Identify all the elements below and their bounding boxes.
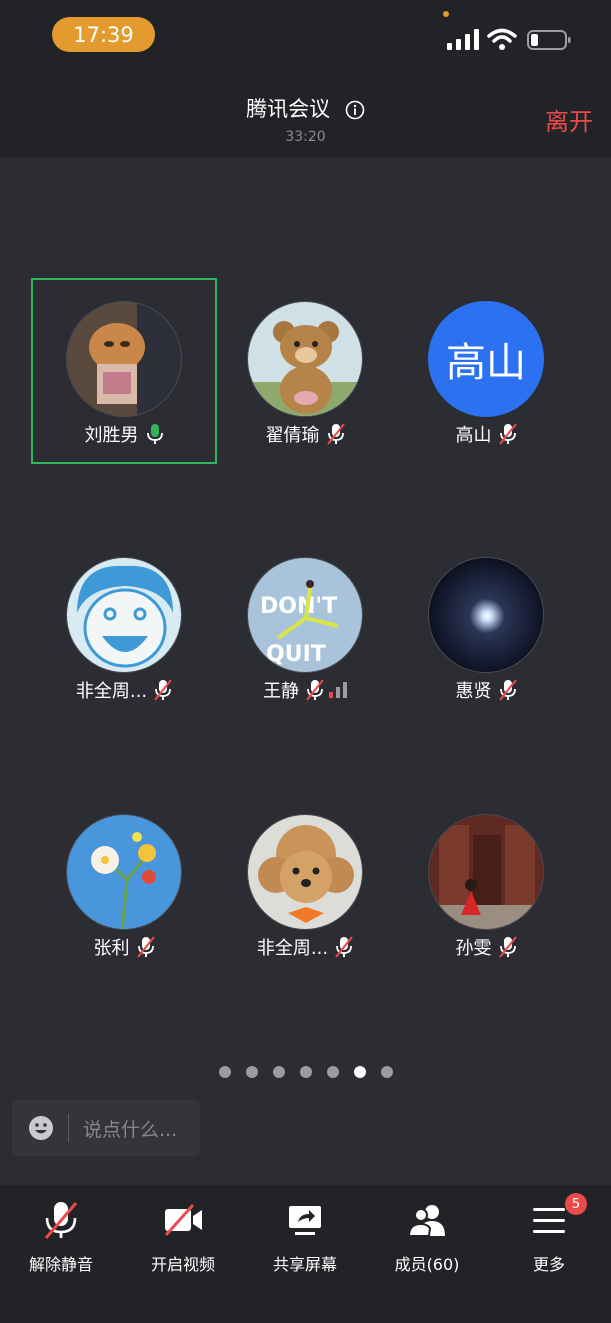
mic-muted-icon (498, 423, 517, 445)
avatar (66, 814, 182, 930)
battery-icon (527, 30, 571, 50)
participant-name: 张利 (93, 938, 130, 959)
participant-tile[interactable]: 刘胜男 (31, 278, 217, 464)
members-icon (407, 1205, 445, 1237)
wifi-icon (487, 28, 517, 50)
participant-name: 孙雯 (455, 938, 492, 959)
mic-muted-icon (498, 936, 517, 958)
page-dot[interactable] (245, 1066, 258, 1078)
participant-name-row: 非全周... (31, 677, 217, 703)
page-dot[interactable] (299, 1066, 312, 1078)
participant-name: 翟倩瑜 (265, 425, 320, 446)
page-indicator[interactable] (0, 1066, 611, 1078)
participant-name-row: 王静 (212, 677, 398, 703)
participant-name: 非全周... (75, 681, 148, 702)
participant-tile[interactable]: 非全周... (212, 791, 398, 977)
participant-tile[interactable]: 高山 高山 (393, 278, 579, 464)
members-label: 成员(60) (394, 1255, 460, 1274)
emoji-icon[interactable] (28, 1115, 54, 1141)
avatar-initials: 高山 (446, 340, 526, 386)
members-button[interactable]: 成员(60) (366, 1185, 488, 1295)
cat-photo-avatar (67, 302, 181, 416)
participant-name: 刘胜男 (84, 425, 139, 446)
participant-name-row: 孙雯 (393, 934, 579, 960)
participant-name-row: 非全周... (212, 934, 398, 960)
participant-tile[interactable]: 非全周... (31, 534, 217, 720)
flowers-avatar (67, 815, 181, 929)
mic-muted-icon (335, 936, 353, 958)
status-time: 17:39 (52, 17, 155, 52)
participant-name: 王静 (263, 681, 299, 702)
page-dot[interactable] (218, 1066, 231, 1078)
mic-muted-icon (326, 423, 345, 445)
avatar (428, 557, 544, 673)
participant-name: 惠贤 (455, 681, 492, 702)
participant-tile[interactable]: 翟倩瑜 (212, 278, 398, 464)
participant-tile[interactable]: DON'T QUIT 王静 (212, 534, 398, 720)
mic-muted-icon (306, 679, 324, 701)
leave-button[interactable]: 离开 (545, 102, 593, 137)
participant-tile[interactable]: 孙雯 (393, 791, 579, 977)
avatar: DON'T QUIT (247, 557, 363, 673)
participant-name-row: 高山 (393, 421, 579, 447)
avatar (66, 557, 182, 673)
avatar-word-1: DON'T (260, 594, 337, 619)
participant-name: 非全周... (256, 938, 329, 959)
mic-active-icon (146, 424, 163, 444)
info-icon[interactable] (345, 100, 365, 120)
participant-name-row: 翟倩瑜 (212, 421, 398, 447)
participant-name-row: 张利 (31, 934, 217, 960)
participant-tile[interactable]: 惠贤 (393, 534, 579, 720)
meeting-title-text: 腾讯会议 (246, 97, 331, 121)
recording-indicator-dot (443, 11, 449, 17)
page-dot-active[interactable] (353, 1066, 366, 1078)
avatar (428, 814, 544, 930)
status-bar: 17:39 (0, 0, 611, 75)
start-video-label: 开启视频 (150, 1255, 215, 1274)
unmute-button[interactable]: 解除静音 (0, 1185, 122, 1295)
teddy-bear-avatar (248, 302, 362, 416)
video-off-icon (164, 1203, 202, 1237)
avatar (66, 301, 182, 417)
dont-quit-avatar: DON'T QUIT (248, 558, 362, 672)
cartoon-boy-avatar (67, 558, 181, 672)
participant-tile[interactable]: 张利 (31, 791, 217, 977)
notification-badge: 5 (565, 1193, 587, 1215)
temple-door-avatar (429, 815, 543, 929)
mic-muted-icon (136, 936, 155, 958)
page-dot[interactable] (272, 1066, 285, 1078)
meeting-duration: 33:20 (285, 129, 326, 145)
mic-muted-icon (154, 679, 172, 701)
poodle-avatar (248, 815, 362, 929)
mic-muted-icon (498, 679, 517, 701)
network-strength-icon (329, 682, 347, 698)
share-screen-button[interactable]: 共享屏幕 (244, 1185, 366, 1295)
share-screen-label: 共享屏幕 (272, 1255, 337, 1274)
start-video-button[interactable]: 开启视频 (122, 1185, 244, 1295)
unmute-label: 解除静音 (28, 1255, 93, 1274)
avatar (247, 814, 363, 930)
bottom-toolbar: 解除静音 开启视频 共享屏幕 成员(60) 5 更多 (0, 1185, 611, 1323)
share-screen-icon (289, 1206, 321, 1235)
more-button[interactable]: 5 更多 (488, 1185, 610, 1295)
menu-icon (533, 1208, 565, 1233)
chat-divider (68, 1114, 69, 1142)
participant-name-row: 刘胜男 (33, 421, 215, 447)
avatar-word-2: QUIT (266, 642, 326, 667)
participant-name: 高山 (455, 425, 492, 446)
participant-name-row: 惠贤 (393, 677, 579, 703)
meeting-header: 腾讯会议 33:20 离开 (0, 75, 611, 157)
page-dot[interactable] (380, 1066, 393, 1078)
avatar (247, 301, 363, 417)
cellular-signal-icon (447, 29, 479, 50)
meeting-title[interactable]: 腾讯会议 (0, 93, 611, 123)
night-moon-avatar (429, 558, 543, 672)
avatar: 高山 (428, 301, 544, 417)
mic-muted-icon (44, 1202, 78, 1239)
chat-input[interactable]: 说点什么... (12, 1100, 200, 1156)
chat-placeholder: 说点什么... (83, 1118, 178, 1141)
page-dot[interactable] (326, 1066, 339, 1078)
more-label: 更多 (532, 1255, 565, 1274)
